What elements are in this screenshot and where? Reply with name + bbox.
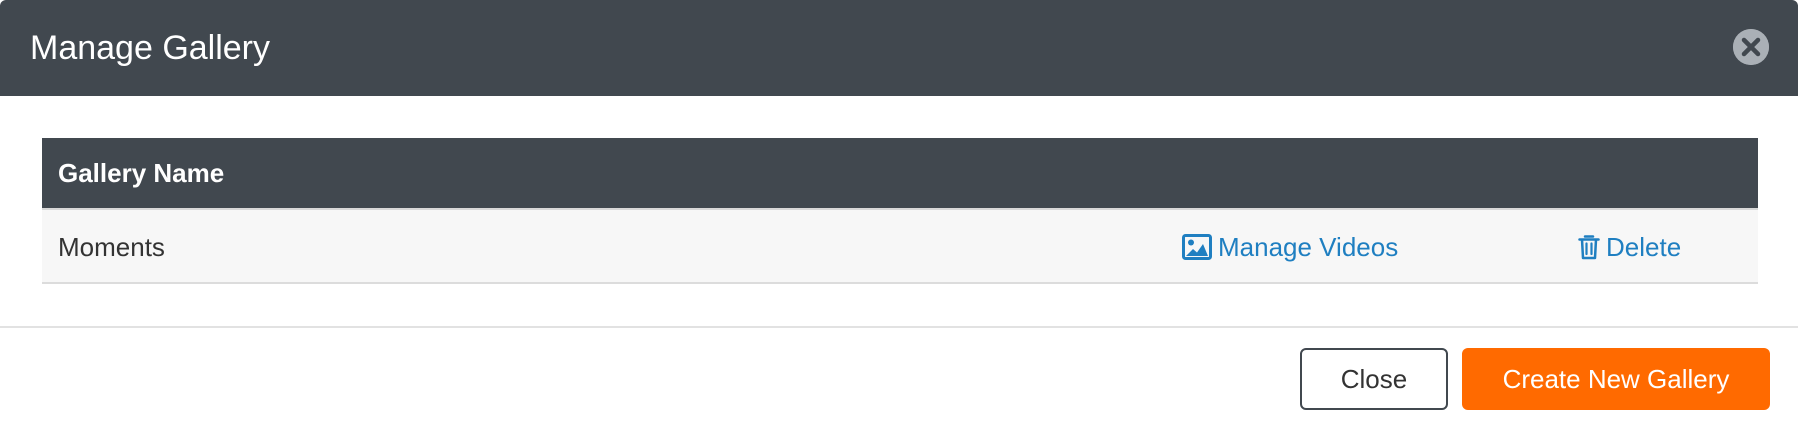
trash-icon <box>1578 235 1600 260</box>
image-icon <box>1182 234 1212 260</box>
delete-label: Delete <box>1606 231 1682 262</box>
manage-videos-link[interactable]: Manage Videos <box>1182 230 1398 264</box>
manage-videos-label: Manage Videos <box>1218 231 1399 262</box>
column-header-gallery-name: Gallery Name <box>58 157 225 188</box>
gallery-table: Gallery Name Moments Manage Videos Delet… <box>42 138 1758 284</box>
dialog-title: Manage Gallery <box>30 29 271 67</box>
close-icon[interactable] <box>1733 29 1769 65</box>
create-new-gallery-button[interactable]: Create New Gallery <box>1462 348 1770 410</box>
close-button[interactable]: Close <box>1300 348 1448 410</box>
footer-divider <box>0 326 1798 328</box>
gallery-name-cell: Moments <box>58 232 165 262</box>
dialog-header: Manage Gallery <box>0 0 1798 96</box>
table-row: Moments Manage Videos Delete <box>42 210 1758 284</box>
delete-gallery-link[interactable]: Delete <box>1578 230 1681 264</box>
table-header: Gallery Name <box>42 138 1758 210</box>
manage-gallery-dialog: Manage Gallery Gallery Name Moments Mana… <box>0 0 1798 428</box>
